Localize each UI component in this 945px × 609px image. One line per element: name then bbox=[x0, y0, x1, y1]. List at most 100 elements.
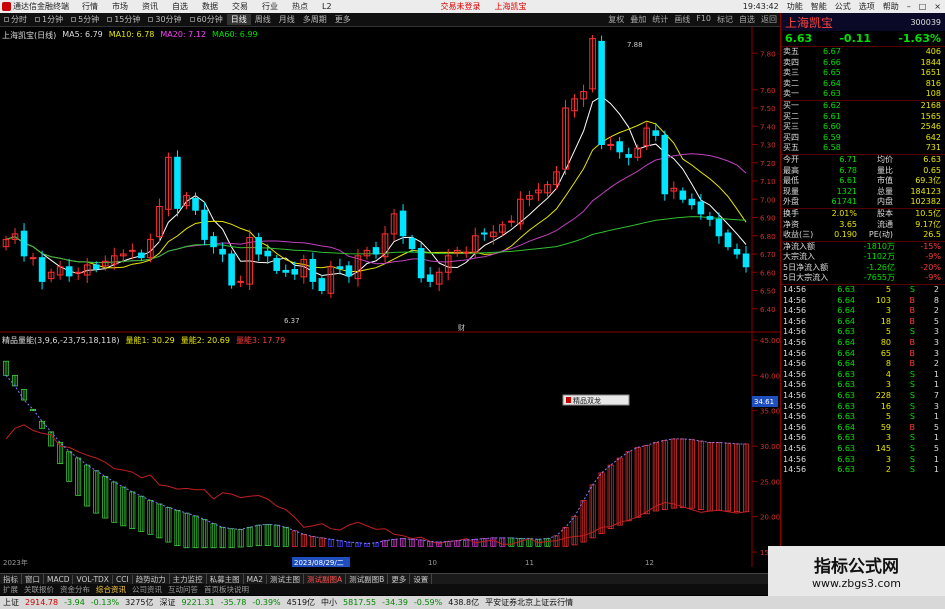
legend-ma10: MA10: 6.78 bbox=[108, 30, 155, 39]
menu-zixun[interactable]: 资讯 bbox=[135, 1, 165, 12]
tool-diejia[interactable]: 叠加 bbox=[627, 14, 649, 25]
indicator-tab[interactable]: 窗口 bbox=[22, 573, 44, 585]
tick-row-cell: S bbox=[909, 433, 915, 443]
status-bar: 上证 2914.78 -3.94 -0.13% 3275亿 深证 9221.31… bbox=[0, 596, 945, 609]
tab-fenshi[interactable]: 分时 bbox=[0, 14, 31, 25]
close-button[interactable]: × bbox=[930, 2, 945, 11]
tick-row-cell: 1 bbox=[933, 454, 939, 464]
tool-f10[interactable]: F10 bbox=[693, 14, 714, 25]
indicator-tab[interactable]: 趋势动力 bbox=[133, 573, 170, 585]
current-stock-name: 上海凯宝 bbox=[494, 2, 527, 11]
stat-row: 最高 6.78 量比 0.65 bbox=[781, 166, 945, 177]
tab-multi-period[interactable]: 多周期 bbox=[299, 14, 331, 25]
ind-readout: 34.61 bbox=[754, 398, 774, 406]
tab-5min[interactable]: 5分钟 bbox=[67, 14, 103, 25]
tick-list[interactable]: 14:56 6.63 5 S 2 14:56 6.64 103 B 8 14:56 6.64 3 B 2 14… bbox=[781, 285, 945, 476]
sub-tab[interactable]: 综合资讯 bbox=[93, 584, 129, 595]
menu-jiaoyi[interactable]: 交易 bbox=[225, 1, 255, 12]
indicator-tab[interactable]: 更多 bbox=[388, 573, 411, 585]
indicator-tab[interactable]: 测试主图 bbox=[267, 573, 305, 585]
menu-hangye[interactable]: 行业 bbox=[255, 1, 285, 12]
tab-30min[interactable]: 30分钟 bbox=[144, 14, 185, 25]
maximize-button[interactable]: □ bbox=[915, 2, 931, 11]
tab-daily[interactable]: 日线 bbox=[226, 14, 251, 25]
menu-shuju[interactable]: 数据 bbox=[195, 1, 225, 12]
checkbox-icon bbox=[71, 17, 77, 22]
sub-tab[interactable]: 首页板块说明 bbox=[201, 584, 252, 595]
sub-tab[interactable]: 扩展 bbox=[0, 584, 21, 595]
candle-body bbox=[291, 269, 299, 275]
candle-body bbox=[29, 257, 37, 260]
indicator-tab[interactable]: MA2 bbox=[244, 574, 268, 584]
tick-row: 14:56 6.64 8 B 2 bbox=[781, 359, 945, 370]
sub-tab[interactable]: 资金分布 bbox=[57, 584, 93, 595]
menu-xuanxiang[interactable]: 选项 bbox=[855, 1, 879, 12]
tick-row-cell: 4 bbox=[885, 369, 891, 379]
menu-l2[interactable]: L2 bbox=[315, 2, 339, 11]
indicator-tab[interactable]: 测试副图A bbox=[304, 573, 347, 585]
flow-row-cell: 大宗流入 bbox=[783, 252, 815, 262]
indicator-tab[interactable]: CCI bbox=[113, 574, 133, 584]
quote-header: 上海凯宝 300039 bbox=[781, 13, 945, 31]
tick-row-cell: 6.64 bbox=[837, 338, 855, 348]
sub-tab[interactable]: 互动问答 bbox=[165, 584, 201, 595]
indicator-tab[interactable]: 主力监控 bbox=[170, 573, 207, 585]
quote-stats-2: 换手 2.01% 股本 10.5亿 净资 3.65 流通 9.17亿 收益(三) 0.190 PE(… bbox=[781, 209, 945, 242]
tab-weekly[interactable]: 周线 bbox=[251, 14, 275, 25]
stock-code: 300039 bbox=[910, 17, 941, 27]
indicator-tab[interactable]: 设置 bbox=[410, 573, 433, 585]
sub-tab[interactable]: 公司资讯 bbox=[129, 584, 165, 595]
popup-tooltip[interactable]: 精品双龙 bbox=[562, 394, 630, 406]
stat2-row-cell: 收益(三) bbox=[783, 230, 814, 240]
tool-fuquan[interactable]: 复权 bbox=[605, 14, 627, 25]
price-label: 6.50 bbox=[760, 288, 776, 296]
stat2-row-cell: 10.5亿 bbox=[915, 208, 941, 218]
menu-bangzhu[interactable]: 帮助 bbox=[879, 1, 903, 12]
tool-zixuan[interactable]: 自选 bbox=[736, 14, 758, 25]
info-sub-tabs: 扩展 关联报价 资金分布 综合资讯 公司资讯 互动问答 首页板块说明 bbox=[0, 584, 780, 595]
high-label: 7.88 bbox=[627, 41, 643, 49]
trade-login-status[interactable]: 交易未登录 bbox=[434, 1, 488, 12]
price-line: 6.63 -0.11 -1.63% bbox=[781, 31, 945, 47]
indicator-tab[interactable]: 指标 bbox=[0, 573, 22, 585]
tab-more[interactable]: 更多 bbox=[331, 14, 355, 25]
candle-body bbox=[742, 253, 750, 268]
menu-zhineng[interactable]: 智能 bbox=[807, 1, 831, 12]
minimize-button[interactable]: – bbox=[903, 2, 915, 11]
finance-marker[interactable]: 财 bbox=[458, 323, 465, 332]
tab-monthly[interactable]: 月线 bbox=[275, 14, 299, 25]
menu-gongneng[interactable]: 功能 bbox=[783, 1, 807, 12]
ask-row-cell: 卖一 bbox=[783, 89, 799, 99]
indicator-tab[interactable]: 私募主图 bbox=[207, 573, 244, 585]
date-tick: 11 bbox=[525, 559, 534, 567]
tick-row-cell: 2 bbox=[885, 465, 891, 475]
tool-fanhui[interactable]: 返回 bbox=[758, 14, 780, 25]
period-tabbar: 分时 1分钟 5分钟 15分钟 30分钟 60分钟 日线 周线 月线 多周期 更… bbox=[0, 13, 780, 27]
menu-gongshi[interactable]: 公式 bbox=[831, 1, 855, 12]
menu-shichang[interactable]: 市场 bbox=[105, 1, 135, 12]
indicator-tab[interactable]: MACD bbox=[44, 574, 74, 584]
candle-body bbox=[399, 210, 407, 237]
menu-zixuan[interactable]: 自选 bbox=[165, 1, 195, 12]
tab-1min[interactable]: 1分钟 bbox=[31, 14, 67, 25]
indicator-tab[interactable]: 测试副图B bbox=[346, 573, 389, 585]
bid-row-cell: 买四 bbox=[783, 132, 799, 142]
tool-tongji[interactable]: 统计 bbox=[649, 14, 671, 25]
menu-hangqing[interactable]: 行情 bbox=[75, 1, 105, 12]
tab-60min[interactable]: 60分钟 bbox=[186, 14, 227, 25]
tool-biaoji[interactable]: 标记 bbox=[714, 14, 736, 25]
menu-redian[interactable]: 热点 bbox=[285, 1, 315, 12]
indicator-tab[interactable]: VOL-TDX bbox=[73, 574, 113, 584]
candle-body bbox=[508, 220, 515, 223]
flow-row-cell: -7655万 bbox=[863, 273, 895, 283]
zx-label: 中小 bbox=[321, 598, 338, 607]
ask-row-cell: 6.66 bbox=[823, 57, 841, 67]
stat2-row-cell: PE(动) bbox=[868, 230, 893, 240]
sz-label: 深证 bbox=[159, 598, 176, 607]
kline-chart[interactable]: 7.80 7.60 7.50 7.40 7.30 7.20 7.10 7.00 6.90 6.80… bbox=[0, 27, 780, 567]
tick-row-cell: 14:56 bbox=[783, 454, 807, 464]
tool-huaxian[interactable]: 画线 bbox=[671, 14, 693, 25]
tick-row-cell: 14:56 bbox=[783, 369, 807, 379]
tab-15min[interactable]: 15分钟 bbox=[103, 14, 144, 25]
sub-tab[interactable]: 关联报价 bbox=[21, 584, 57, 595]
